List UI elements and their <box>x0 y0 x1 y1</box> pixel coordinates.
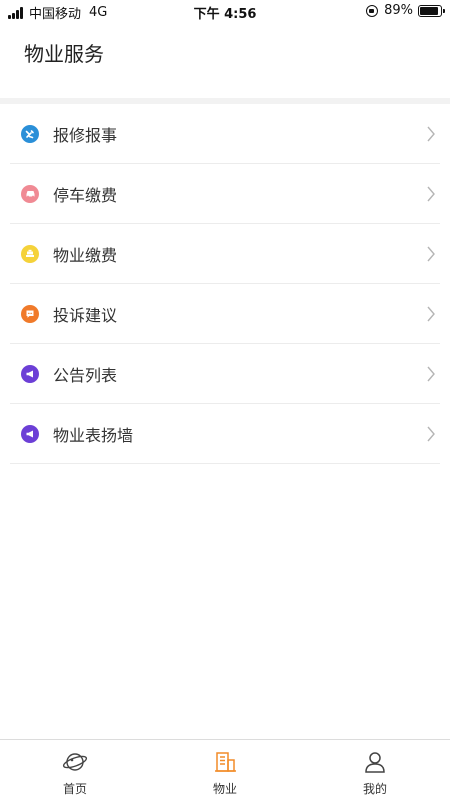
status-bar-right: 89% <box>366 3 445 18</box>
menu-item-label: 物业表扬墙 <box>53 425 134 445</box>
menu-item-label: 公告列表 <box>53 365 118 385</box>
chevron-right-icon <box>427 366 435 382</box>
user-icon <box>362 749 388 775</box>
chevron-right-icon <box>427 126 435 142</box>
tab-label: 我的 <box>362 782 387 796</box>
tab-label: 物业 <box>212 782 237 796</box>
page-title: 物业服务 <box>24 42 104 66</box>
menu-item-label: 停车缴费 <box>53 185 118 205</box>
service-menu-list: 报修报事 停车缴费 物业缴费 投诉建议 公告列表 物业表扬墙 <box>0 104 450 464</box>
chevron-right-icon <box>427 246 435 262</box>
menu-item-parking-fee[interactable]: 停车缴费 <box>10 164 440 224</box>
tools-icon <box>21 124 39 143</box>
payment-icon <box>21 244 39 263</box>
menu-item-property-fee[interactable]: 物业缴费 <box>10 224 440 284</box>
menu-item-praise-wall[interactable]: 物业表扬墙 <box>10 404 440 464</box>
chat-icon <box>21 304 39 323</box>
planet-icon <box>62 749 88 775</box>
battery-icon <box>418 4 445 17</box>
menu-item-label: 投诉建议 <box>53 305 118 325</box>
menu-item-announcements[interactable]: 公告列表 <box>10 344 440 404</box>
megaphone-icon <box>21 364 39 383</box>
menu-item-label: 报修报事 <box>53 125 118 145</box>
tab-label: 首页 <box>62 782 87 796</box>
tab-home[interactable]: 首页 <box>0 740 150 800</box>
menu-item-complaint[interactable]: 投诉建议 <box>10 284 440 344</box>
orientation-lock-icon <box>366 4 379 17</box>
car-icon <box>21 184 39 203</box>
bottom-tab-bar: 首页 物业 我的 <box>0 739 450 800</box>
status-bar: 中国移动 4G 下午 4:56 89% <box>0 0 450 22</box>
chevron-right-icon <box>427 306 435 322</box>
chevron-right-icon <box>427 186 435 202</box>
megaphone-icon <box>21 424 39 443</box>
menu-item-repair[interactable]: 报修报事 <box>10 104 440 164</box>
chevron-right-icon <box>427 426 435 442</box>
tab-mine[interactable]: 我的 <box>300 740 450 800</box>
tab-property[interactable]: 物业 <box>150 740 300 800</box>
building-icon <box>212 749 238 775</box>
menu-item-label: 物业缴费 <box>53 245 118 265</box>
battery-percent: 89% <box>384 3 413 18</box>
